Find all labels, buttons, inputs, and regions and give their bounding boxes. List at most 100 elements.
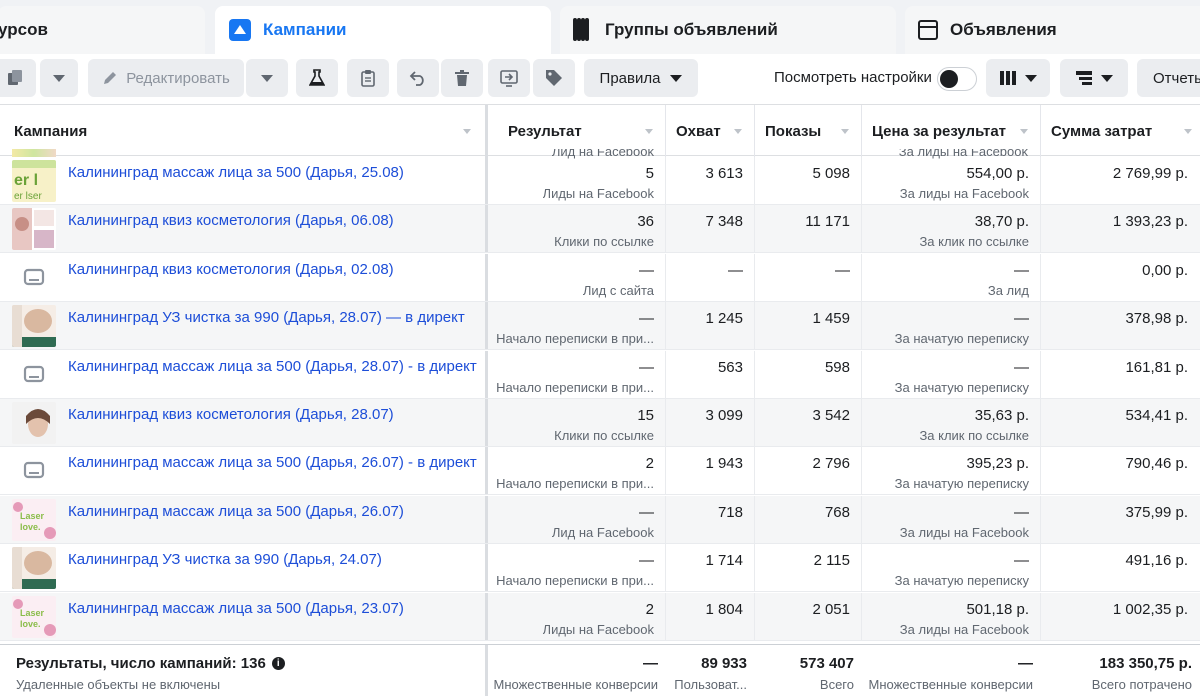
undo-icon	[409, 71, 424, 86]
edit-dropdown-button[interactable]	[246, 59, 288, 97]
campaign-name-link[interactable]: Калининград массаж лица за 500 (Дарья, 2…	[68, 600, 404, 617]
table-row[interactable]: Калининград массаж лица за 500 (Дарья, 2…	[0, 350, 1200, 399]
tab-bar: урсов Кампании Группы объявлений Объявле…	[0, 0, 1200, 54]
tab-ads[interactable]: Объявления	[905, 6, 1200, 54]
cost-value: 554,00 р.	[966, 165, 1029, 182]
ad-placeholder-icon	[12, 257, 56, 299]
footer-title-text: Результаты, число кампаний: 136	[16, 655, 266, 672]
campaign-name-link[interactable]: Калининград массаж лица за 500 (Дарья, 2…	[68, 164, 404, 181]
edit-button[interactable]: Редактировать	[88, 59, 244, 97]
preview-button[interactable]	[488, 59, 530, 97]
campaign-name-link[interactable]: Калининград массаж лица за 500 (Дарья, 2…	[68, 503, 404, 520]
result-value: 2	[645, 455, 654, 473]
reports-button[interactable]: Отчеты	[1137, 59, 1200, 97]
view-settings-toggle[interactable]	[937, 67, 977, 91]
footer-cost-value: —	[1018, 655, 1033, 672]
table-row[interactable]: Калининград квиз косметология (Дарья, 02…	[0, 253, 1200, 302]
result-value: —	[639, 310, 654, 328]
cell-result: — Начало переписки в при...	[488, 350, 666, 399]
cell-impressions: 2 796	[755, 447, 862, 496]
cell-impressions: 3 542	[755, 399, 862, 447]
cost-type-label: За лиды на Facebook	[899, 524, 1029, 540]
footer-spent-value: 183 350,75 р.	[1099, 655, 1192, 672]
cell-impressions: 2 115	[755, 544, 862, 593]
reach-value: 1 943	[705, 455, 743, 473]
footer-reach-value: 89 933	[701, 655, 747, 672]
campaign-name-link[interactable]: Калининград УЗ чистка за 990 (Дарья, 24.…	[68, 551, 382, 568]
undo-button[interactable]	[397, 59, 439, 97]
cost-value: 38,70 р.	[974, 213, 1029, 231]
campaign-name-link[interactable]: Калининград массаж лица за 500 (Дарья, 2…	[68, 358, 477, 375]
campaign-name-link[interactable]: Калининград массаж лица за 500 (Дарья, 2…	[68, 454, 477, 471]
cell-cost: 38,70 р. За клик по ссылке	[862, 205, 1041, 254]
table-row[interactable]: Калининград квиз косметология (Дарья, 28…	[0, 399, 1200, 447]
cell-impressions: 768	[755, 495, 862, 544]
table-row[interactable]: Laser love. Калининград массаж лица за 500…	[0, 592, 1200, 641]
clipboard-button[interactable]	[347, 59, 389, 97]
table-row[interactable]: Laser love. Калининград массаж лица за 500…	[0, 495, 1200, 544]
info-icon[interactable]: i	[271, 657, 285, 670]
campaign-name-link[interactable]: Калининград квиз косметология (Дарья, 06…	[68, 212, 394, 229]
footer-impressions: 573 407 Всего	[755, 645, 862, 696]
duplicate-dropdown-button[interactable]	[40, 59, 78, 97]
cell-result: 2 Лиды на Facebook	[488, 592, 666, 641]
tag-button[interactable]	[533, 59, 575, 97]
result-value: 15	[637, 407, 654, 424]
cost-value: —	[1014, 358, 1029, 376]
campaign-name-link[interactable]: Калининград квиз косметология (Дарья, 28…	[68, 406, 394, 423]
duplicate-button[interactable]	[0, 59, 36, 97]
table-row[interactable]: Калининград УЗ чистка за 990 (Дарья, 28.…	[0, 302, 1200, 351]
result-type-label: Клики по ссылке	[554, 234, 654, 250]
cell-spent: 790,46 р.	[1041, 447, 1200, 495]
chevron-down-icon	[53, 74, 65, 82]
ab-test-button[interactable]	[296, 59, 338, 97]
sort-icon	[1184, 129, 1192, 134]
cell-spent: 375,99 р.	[1041, 496, 1200, 544]
delete-button[interactable]	[441, 59, 483, 97]
cell-impressions: 2 051	[755, 592, 862, 641]
campaign-name-link[interactable]: Калининград УЗ чистка за 990 (Дарья, 28.…	[68, 309, 465, 326]
cell-result: — Лид с сайта	[488, 253, 666, 302]
columns-button[interactable]	[986, 59, 1050, 97]
clipboard-icon	[361, 70, 375, 87]
impressions-value: —	[835, 261, 850, 279]
chevron-down-icon	[261, 74, 273, 82]
chevron-down-icon	[1101, 74, 1113, 82]
ad-thumbnail	[12, 547, 56, 590]
reach-value: 1 245	[705, 310, 743, 328]
footer-result-label: Множественные конверсии	[493, 677, 659, 692]
reach-value: —	[728, 261, 743, 279]
table-row[interactable]: Калининград квиз косметология (Дарья, 06…	[0, 205, 1200, 254]
tab-ad-sets[interactable]: Группы объявлений	[560, 6, 896, 54]
cell-spent: 0,00 р.	[1041, 254, 1200, 302]
cell-result: 36 Клики по ссылке	[488, 205, 666, 254]
svg-text:er l: er l	[14, 172, 38, 189]
trash-icon	[455, 70, 469, 86]
column-header-label: Результат	[508, 122, 582, 140]
reach-value: 3 613	[705, 165, 743, 182]
spent-value: 378,98 р.	[1125, 310, 1188, 328]
reach-value: 718	[717, 503, 743, 521]
spent-value: 790,46 р.	[1125, 455, 1188, 473]
reach-value: 1 714	[705, 552, 743, 570]
impressions-value: 2 796	[812, 455, 850, 473]
cell-cost: 501,18 р. За лиды на Facebook	[862, 592, 1041, 641]
cost-value: —	[1014, 310, 1029, 328]
table-row[interactable]: Калининград УЗ чистка за 990 (Дарья, 24.…	[0, 544, 1200, 593]
ad-thumbnail	[12, 402, 56, 444]
rules-button[interactable]: Правила	[584, 59, 698, 97]
tab-campaigns[interactable]: Кампании	[215, 6, 551, 54]
campaign-name-link[interactable]: Калининград квиз косметология (Дарья, 02…	[68, 261, 394, 278]
column-header-label: Охват	[676, 122, 721, 140]
ad-thumbnail: er l er lser	[12, 160, 56, 202]
footer-impressions-value: 573 407	[799, 655, 854, 672]
breakdown-button[interactable]	[1060, 59, 1128, 97]
table-row[interactable]: er l er lser Калининград массаж лица за 50…	[0, 157, 1200, 205]
column-header-label: Сумма затрат	[1051, 122, 1153, 140]
ad-sets-icon	[573, 18, 593, 41]
table-row[interactable]: Калининград массаж лица за 500 (Дарья, 2…	[0, 447, 1200, 496]
tab-ad-accounts[interactable]: урсов	[0, 6, 205, 54]
pencil-icon	[104, 72, 117, 84]
tab-campaigns-label: Кампании	[263, 20, 347, 39]
cell-result: — Лид на Facebook	[488, 495, 666, 544]
